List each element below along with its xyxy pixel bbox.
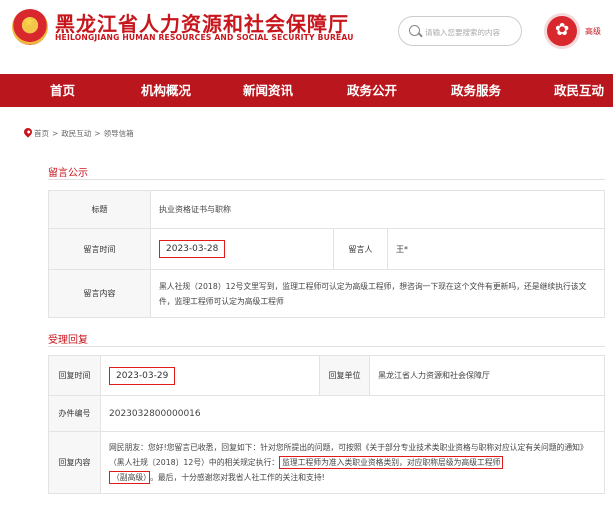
search-box (398, 16, 522, 46)
reply-table: 回复时间 2023-03-29 回复单位 黑龙江省人力资源和社会保障厅 办件编号… (48, 355, 605, 494)
site-header: 黑龙江省人力资源和社会保障厅 HEILONGJIANG HUMAN RESOUR… (0, 0, 613, 70)
main-nav: 首页 机构概况 新闻资讯 政务公开 政务服务 政民互动 (0, 74, 613, 107)
department-logo-icon[interactable] (544, 13, 580, 49)
nav-item-news[interactable]: 新闻资讯 (243, 74, 293, 107)
reply-content-part2: 。最后，十分感谢您对我省人社工作的关注和支持! (150, 473, 325, 482)
nav-item-home[interactable]: 首页 (50, 74, 75, 107)
search-input[interactable] (425, 23, 517, 41)
case-number-value: 2023032800000016 (100, 395, 605, 432)
message-content-value: 黑人社规（2018）12号文里写到，监理工程师可认定为高级工程师，想咨询一下现在… (150, 269, 605, 318)
breadcrumb-home[interactable]: 首页 (34, 129, 49, 138)
breadcrumb-separator: > (52, 129, 59, 138)
site-subtitle: HEILONGJIANG HUMAN RESOURCES AND SOCIAL … (55, 33, 354, 42)
author-label: 留言人 (333, 228, 388, 270)
breadcrumb-interaction[interactable]: 政民互动 (61, 129, 91, 138)
reply-time-label: 回复时间 (48, 355, 101, 396)
reply-unit-value: 黑龙江省人力资源和社会保障厅 (369, 355, 605, 396)
reply-section-title: 受理回复 (48, 335, 88, 346)
author-value: 王* (387, 228, 605, 270)
message-table: 标题 执业资格证书与职称 留言时间 2023-03-28 留言人 王* 留言内容… (48, 190, 605, 318)
reply-highlight-2: （副高级） (109, 471, 151, 484)
breadcrumb: 首页 > 政民互动 > 领导信箱 (22, 126, 134, 140)
advanced-link[interactable]: 高级 (585, 26, 601, 37)
nav-item-services[interactable]: 政务服务 (451, 74, 501, 107)
message-time-label: 留言时间 (48, 228, 151, 270)
section-divider (48, 179, 605, 180)
title-label: 标题 (48, 190, 151, 229)
breadcrumb-separator: > (94, 129, 101, 138)
nav-item-public-affairs[interactable]: 政务公开 (347, 74, 397, 107)
page: 黑龙江省人力资源和社会保障厅 HEILONGJIANG HUMAN RESOUR… (0, 0, 613, 515)
breadcrumb-mailbox[interactable]: 领导信箱 (104, 129, 134, 138)
reply-highlight-1: 监理工程师为准入类职业资格类别，对应职称层级为高级工程师 (279, 456, 504, 469)
message-content-label: 留言内容 (48, 269, 151, 318)
reply-time-value: 2023-03-29 (109, 366, 176, 385)
reply-content-label: 回复内容 (48, 431, 101, 494)
title-value: 执业资格证书与职称 (150, 190, 605, 229)
section-divider (48, 346, 605, 347)
reply-content-value: 网民朋友：您好!您留言已收悉，回复如下：针对您所提出的问题，可按照《关于部分专业… (100, 431, 605, 494)
nav-item-about[interactable]: 机构概况 (141, 74, 191, 107)
reply-unit-label: 回复单位 (319, 355, 370, 396)
message-time-value: 2023-03-28 (159, 240, 226, 258)
message-section-title: 留言公示 (48, 168, 88, 179)
case-number-label: 办件编号 (48, 395, 101, 432)
search-icon[interactable] (409, 25, 420, 36)
location-pin-icon (22, 126, 34, 138)
nav-item-interaction[interactable]: 政民互动 (554, 74, 604, 107)
national-emblem-icon (12, 9, 48, 45)
